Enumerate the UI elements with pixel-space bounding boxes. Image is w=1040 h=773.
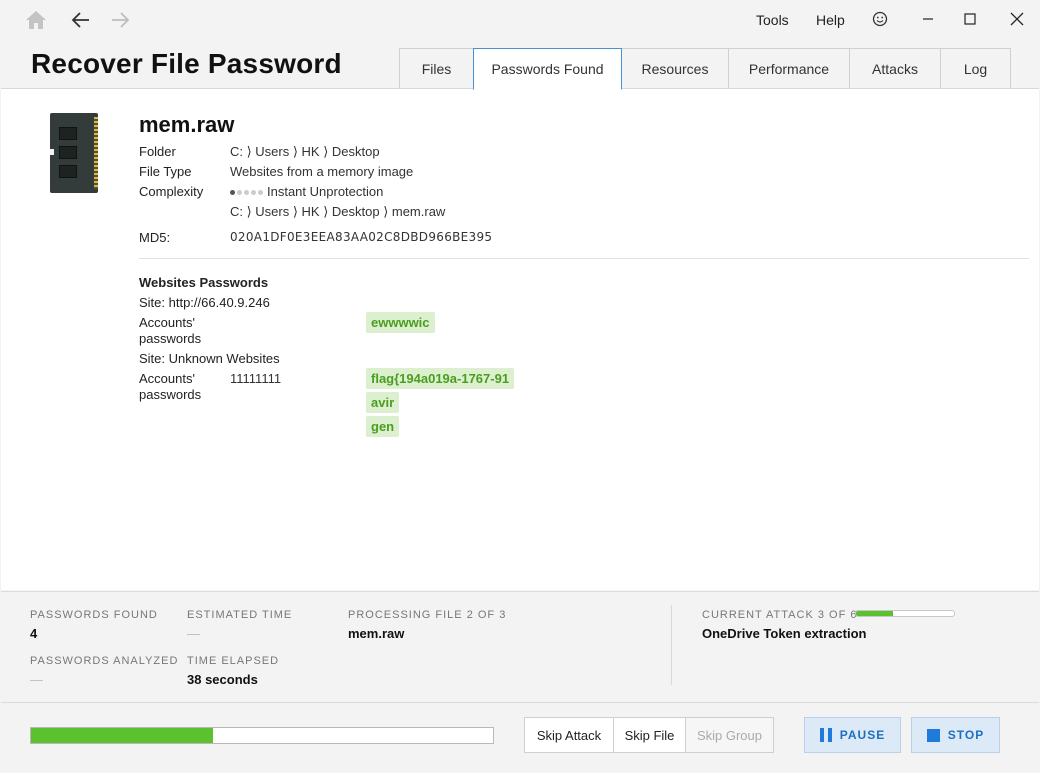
current-attack-label: CURRENT ATTACK 3 OF 6 <box>702 609 858 621</box>
arrow-right-icon <box>112 12 130 28</box>
processing-file-label: PROCESSING FILE 2 OF 3 <box>348 609 507 621</box>
folder-value: C: ⟩ Users ⟩ HK ⟩ Desktop <box>230 144 380 159</box>
menu-help[interactable]: Help <box>816 12 845 28</box>
passwords-found-value: 4 <box>30 626 38 641</box>
overall-progress-bar <box>30 727 494 744</box>
passwords-found-label: PASSWORDS FOUND <box>30 609 158 621</box>
md5-label: MD5: <box>139 230 171 245</box>
tab-passwords-found[interactable]: Passwords Found <box>473 48 622 90</box>
tab-performance[interactable]: Performance <box>728 48 850 89</box>
accounts-label-1b: passwords <box>139 331 202 346</box>
tab-log[interactable]: Log <box>940 48 1011 89</box>
back-button[interactable] <box>67 6 95 34</box>
current-attack-progress <box>855 610 955 617</box>
home-button[interactable] <box>22 6 50 34</box>
site-2-label: Site: Unknown Websites <box>139 351 280 366</box>
status-panel <box>1 591 1039 701</box>
accounts-label-2a: Accounts' <box>139 371 195 386</box>
stop-icon <box>926 728 940 742</box>
arrow-left-icon <box>71 12 89 28</box>
websites-passwords-heading: Websites Passwords <box>139 275 269 290</box>
complexity-dot <box>237 190 242 196</box>
skip-group-button: Skip Group <box>685 717 774 753</box>
minimize-button[interactable] <box>913 6 943 32</box>
password-value[interactable]: avir <box>366 392 400 413</box>
memory-chip-icon <box>50 113 98 193</box>
file-type-value: Websites from a memory image <box>230 164 414 179</box>
smiley-icon <box>872 11 888 27</box>
title-bar: Tools Help <box>0 0 1040 40</box>
time-elapsed-label: TIME ELAPSED <box>187 655 280 667</box>
maximize-button[interactable] <box>955 6 985 32</box>
skip-button-group: Skip Attack Skip File Skip Group <box>524 717 774 753</box>
complexity-value: Instant Unprotection <box>230 184 383 199</box>
password-value[interactable]: flag{194a019a-1767-91 <box>366 368 515 389</box>
tab-resources[interactable]: Resources <box>621 48 729 89</box>
estimated-time-value: — <box>187 626 200 641</box>
password-value[interactable]: ewwwwic <box>366 312 435 333</box>
skip-file-button[interactable]: Skip File <box>613 717 686 753</box>
site-1-label: Site: http://66.40.9.246 <box>139 295 270 310</box>
account-name: 11111111 <box>230 371 282 386</box>
tab-files[interactable]: Files <box>399 48 474 89</box>
forward-button[interactable] <box>106 6 134 34</box>
skip-attack-button[interactable]: Skip Attack <box>524 717 614 753</box>
maximize-icon <box>964 13 976 25</box>
menu-tools[interactable]: Tools <box>756 12 789 28</box>
complexity-label: Complexity <box>139 184 204 199</box>
accounts-label-1a: Accounts' <box>139 315 195 330</box>
complexity-dot <box>244 190 249 196</box>
complexity-dot <box>251 190 256 196</box>
passwords-analyzed-value: — <box>30 672 43 687</box>
pause-label: PAUSE <box>839 728 886 742</box>
processing-file-value: mem.raw <box>348 626 405 641</box>
pause-icon <box>819 728 832 742</box>
tab-attacks[interactable]: Attacks <box>849 48 941 89</box>
estimated-time-label: ESTIMATED TIME <box>187 609 293 621</box>
complexity-dot <box>230 190 235 196</box>
tab-bar: Files Passwords Found Resources Performa… <box>399 48 1011 90</box>
folder-label: Folder <box>139 144 176 159</box>
password-value[interactable]: gen <box>366 416 400 437</box>
time-elapsed-value: 38 seconds <box>187 672 258 687</box>
file-path: C: ⟩ Users ⟩ HK ⟩ Desktop ⟩ mem.raw <box>230 204 446 219</box>
app-title: Recover File Password <box>31 48 342 79</box>
feedback-button[interactable] <box>865 6 895 32</box>
stop-button[interactable]: STOP <box>911 717 1000 753</box>
close-button[interactable] <box>1002 6 1032 32</box>
close-icon <box>1010 12 1024 26</box>
section-divider <box>139 258 1029 259</box>
file-type-label: File Type <box>139 164 192 179</box>
status-separator <box>671 605 672 685</box>
minimize-icon <box>923 18 933 20</box>
file-name: mem.raw <box>139 112 235 137</box>
complexity-dots <box>230 190 263 196</box>
overall-progress-fill <box>31 728 214 743</box>
passwords-analyzed-label: PASSWORDS ANALYZED <box>30 655 179 667</box>
complexity-dot <box>258 190 263 196</box>
stop-label: STOP <box>947 728 985 742</box>
current-attack-value: OneDrive Token extraction <box>702 626 867 641</box>
md5-value: 020A1DF0E3EEA83AA02C8DBD966BE395 <box>230 230 493 244</box>
pause-button[interactable]: PAUSE <box>804 717 901 753</box>
accounts-label-2b: passwords <box>139 387 202 402</box>
current-attack-progress-fill <box>856 611 894 616</box>
home-icon <box>26 11 46 29</box>
complexity-text: Instant Unprotection <box>267 184 384 199</box>
